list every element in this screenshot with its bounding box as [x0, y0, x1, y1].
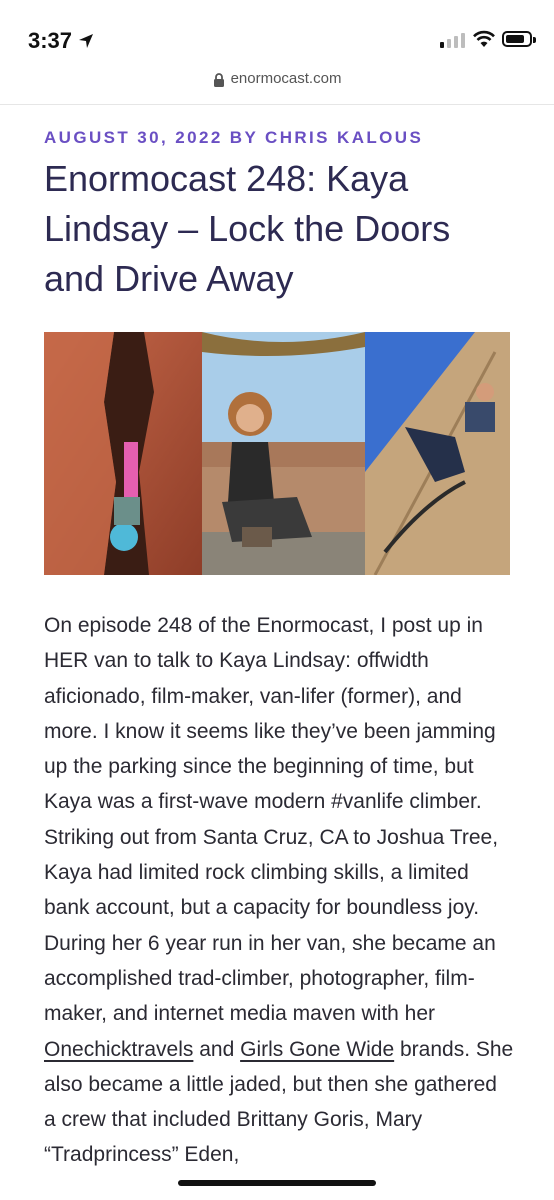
lock-icon: [213, 73, 224, 87]
status-bar: 3:37: [0, 0, 554, 64]
climber-slab-photo: [365, 332, 510, 575]
onechicktravels-link[interactable]: Onechicktravels: [44, 1038, 193, 1061]
post-title: Enormocast 248: Kaya Lindsay – Lock the …: [44, 158, 451, 299]
location-arrow-icon: [79, 34, 94, 48]
cellular-signal-icon: [440, 33, 465, 48]
photo-collage: [44, 332, 510, 575]
clock: 3:37: [28, 28, 94, 54]
post-body: On episode 248 of the Enormocast, I post…: [44, 614, 514, 1167]
wifi-icon: [473, 30, 495, 47]
url-text[interactable]: enormocast.com: [231, 70, 342, 87]
post-meta: AUGUST 30, 2022 BY CHRIS KALOUS: [44, 128, 424, 147]
kaya-portrait-photo: [202, 332, 365, 575]
home-indicator[interactable]: [178, 1180, 376, 1186]
battery-icon: [502, 31, 536, 47]
climber-offwidth-photo: [44, 332, 202, 575]
girls-gone-wide-link[interactable]: Girls Gone Wide: [240, 1038, 394, 1061]
address-bar[interactable]: enormocast.com: [0, 70, 554, 105]
